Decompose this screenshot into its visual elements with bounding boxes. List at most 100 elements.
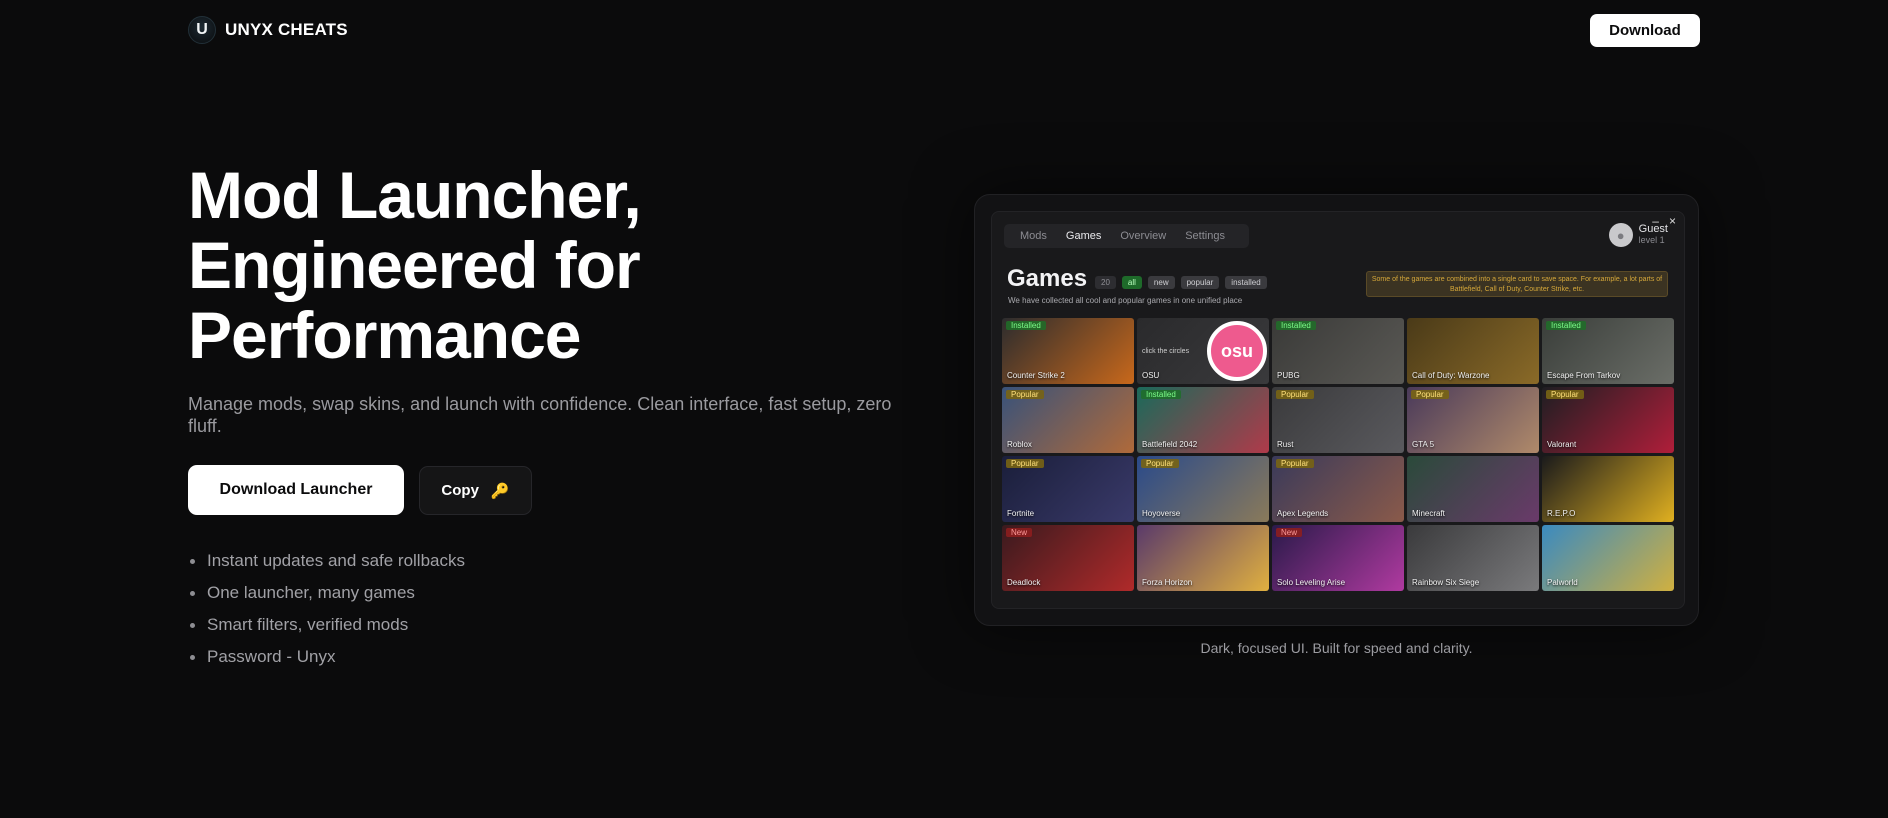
game-card[interactable]: Popular Roblox <box>1002 387 1134 453</box>
games-subtitle: We have collected all cool and popular g… <box>1008 296 1243 305</box>
feature-item: Instant updates and safe rollbacks <box>190 550 465 582</box>
card-label: Solo Leveling Arise <box>1277 578 1346 587</box>
card-badge: Popular <box>1546 390 1584 399</box>
card-badge: Popular <box>1006 390 1044 399</box>
filter-pills: 20 all new popular installed <box>1095 276 1267 289</box>
card-badge: Installed <box>1546 321 1586 330</box>
app-window: – × Mods Games Overview Settings ● Guest… <box>991 211 1685 609</box>
game-card[interactable]: Popular Apex Legends <box>1272 456 1404 522</box>
game-card[interactable]: Popular Valorant <box>1542 387 1674 453</box>
card-badge: Popular <box>1411 390 1449 399</box>
tab-games[interactable]: Games <box>1058 227 1109 245</box>
games-title: Games <box>1007 265 1088 292</box>
feature-text: One launcher, many games <box>207 583 415 602</box>
feature-item: Smart filters, verified mods <box>190 614 465 646</box>
card-hint: click the circles <box>1142 348 1190 355</box>
card-label: GTA 5 <box>1412 440 1435 449</box>
game-card[interactable]: R.E.P.O <box>1542 456 1674 522</box>
game-card[interactable]: Installed Battlefield 2042 <box>1137 387 1269 453</box>
user-text: Guest level 1 <box>1639 224 1668 246</box>
user-profile[interactable]: ● Guest level 1 <box>1608 223 1668 247</box>
tab-overview[interactable]: Overview <box>1112 227 1174 245</box>
filter-new[interactable]: new <box>1147 276 1175 289</box>
header-download-button[interactable]: Download <box>1590 14 1700 47</box>
bullet-icon <box>190 655 195 660</box>
brand-name: UNYX CHEATS <box>225 20 348 39</box>
card-label: OSU <box>1142 371 1160 380</box>
game-card[interactable]: Minecraft <box>1407 456 1539 522</box>
feature-text: Instant updates and safe rollbacks <box>207 551 465 570</box>
feature-list: Instant updates and safe rollbacks One l… <box>190 550 465 678</box>
card-badge: New <box>1276 528 1303 537</box>
card-label: Rust <box>1277 440 1294 449</box>
download-launcher-button[interactable]: Download Launcher <box>188 465 404 515</box>
feature-text: Password - Unyx <box>207 647 336 666</box>
hero-title-line: Performance <box>188 298 582 372</box>
feature-item: One launcher, many games <box>190 582 465 614</box>
card-label: Minecraft <box>1412 509 1445 518</box>
hero-title-line: Mod Launcher, <box>188 158 642 232</box>
games-grid: Installed Counter Strike 2 osu click the ci… <box>1002 318 1674 591</box>
card-label: Hoyoverse <box>1142 509 1181 518</box>
bullet-icon <box>190 623 195 628</box>
card-label: Deadlock <box>1007 578 1041 587</box>
game-card[interactable]: Popular Rust <box>1272 387 1404 453</box>
card-badge: Popular <box>1276 390 1314 399</box>
copy-label: Copy <box>441 482 479 499</box>
card-label: Palworld <box>1547 578 1578 587</box>
card-label: Battlefield 2042 <box>1142 440 1198 449</box>
copy-button[interactable]: Copy 🔑 <box>419 466 532 515</box>
tab-settings[interactable]: Settings <box>1177 227 1233 245</box>
game-card[interactable]: Popular Fortnite <box>1002 456 1134 522</box>
game-card[interactable]: Call of Duty: Warzone <box>1407 318 1539 384</box>
hero-title: Mod Launcher, Engineered for Performance <box>188 160 748 370</box>
game-card[interactable]: New Solo Leveling Arise <box>1272 525 1404 591</box>
card-badge: New <box>1006 528 1033 537</box>
card-badge: Popular <box>1141 459 1179 468</box>
card-label: R.E.P.O <box>1547 509 1576 518</box>
card-label: Rainbow Six Siege <box>1412 578 1480 587</box>
games-count: 20 <box>1095 276 1116 289</box>
game-card[interactable]: Popular GTA 5 <box>1407 387 1539 453</box>
card-badge: Popular <box>1006 459 1044 468</box>
hero-subtitle: Manage mods, swap skins, and launch with… <box>188 394 892 436</box>
logo-icon: U <box>188 16 216 44</box>
game-card[interactable]: Installed Escape From Tarkov <box>1542 318 1674 384</box>
game-card[interactable]: Forza Horizon <box>1137 525 1269 591</box>
tab-mods[interactable]: Mods <box>1012 227 1055 245</box>
key-icon: 🔑 <box>490 482 510 500</box>
filter-popular[interactable]: popular <box>1180 276 1220 289</box>
card-label: Roblox <box>1007 440 1032 449</box>
feature-item: Password - Unyx <box>190 646 465 678</box>
game-card[interactable]: osu click the circles OSU <box>1137 318 1269 384</box>
bullet-icon <box>190 591 195 596</box>
avatar-icon: ● <box>1608 223 1633 247</box>
site-header: U UNYX CHEATS Download <box>188 14 1700 48</box>
hero-title-line: Engineered for <box>188 228 641 302</box>
game-card[interactable]: Installed Counter Strike 2 <box>1002 318 1134 384</box>
card-label: Call of Duty: Warzone <box>1412 371 1490 380</box>
feature-text: Smart filters, verified mods <box>207 615 409 634</box>
brand[interactable]: U UNYX CHEATS <box>188 16 348 44</box>
card-label: PUBG <box>1277 371 1300 380</box>
launcher-preview: – × Mods Games Overview Settings ● Guest… <box>974 194 1699 626</box>
close-icon[interactable]: × <box>1669 214 1676 228</box>
game-card[interactable]: New Deadlock <box>1002 525 1134 591</box>
card-badge: Installed <box>1006 321 1046 330</box>
game-card[interactable]: Rainbow Six Siege <box>1407 525 1539 591</box>
card-badge: Installed <box>1276 321 1316 330</box>
bullet-icon <box>190 559 195 564</box>
card-badge: Installed <box>1141 390 1181 399</box>
card-label: Apex Legends <box>1277 509 1329 518</box>
filter-installed[interactable]: installed <box>1225 276 1267 289</box>
card-label: Fortnite <box>1007 509 1035 518</box>
user-name: Guest <box>1638 223 1668 235</box>
card-label: Escape From Tarkov <box>1547 371 1621 380</box>
card-label: Valorant <box>1547 440 1577 449</box>
filter-all[interactable]: all <box>1121 276 1142 289</box>
osu-logo-icon: osu <box>1207 321 1267 381</box>
game-card[interactable]: Installed PUBG <box>1272 318 1404 384</box>
game-card[interactable]: Popular Hoyoverse <box>1137 456 1269 522</box>
game-card[interactable]: Palworld <box>1542 525 1674 591</box>
app-tabs: Mods Games Overview Settings <box>1004 224 1249 248</box>
